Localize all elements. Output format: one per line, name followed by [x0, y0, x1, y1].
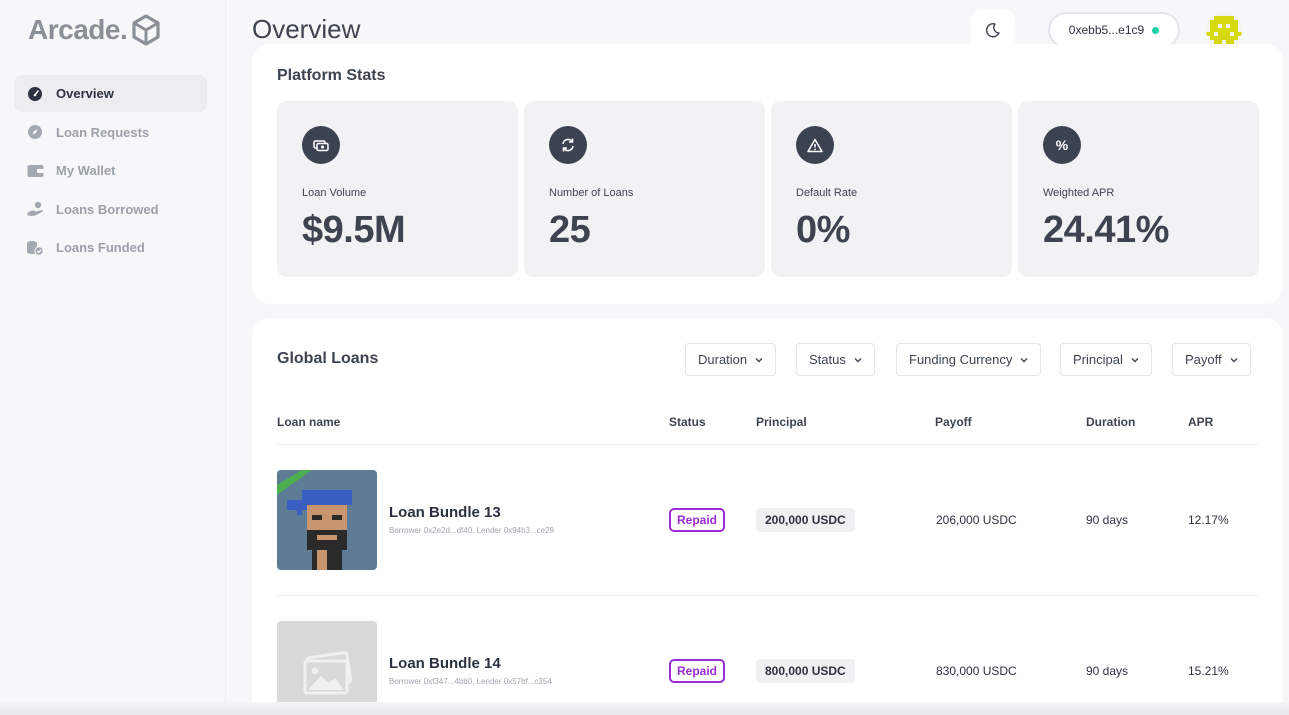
filter-label: Duration — [698, 352, 748, 367]
stat-value: $9.5M — [302, 209, 406, 251]
chevron-down-icon — [1230, 357, 1238, 362]
chevron-down-icon — [854, 357, 862, 362]
avatar[interactable] — [1206, 12, 1242, 48]
filter-label: Funding Currency — [909, 352, 1013, 367]
compass-icon — [26, 123, 44, 141]
global-loans-title: Global Loans — [277, 350, 379, 367]
wallet-address: 0xebb5...e1c9 — [1068, 23, 1145, 37]
payoff-value: 830,000 USDC — [936, 664, 1017, 678]
wallet-address-button[interactable]: 0xebb5...e1c9 — [1048, 12, 1180, 48]
apr-value: 15.21% — [1188, 664, 1229, 678]
principal-value: 200,000 USDC — [756, 508, 855, 532]
loan-parties: Borrower 0x2e2d...df40, Lender 0x94b3...… — [389, 526, 554, 535]
column-header-loan-name[interactable]: Loan name — [277, 415, 340, 429]
filter-label: Status — [809, 352, 846, 367]
stat-tile-weighted-apr: % Weighted APR 24.41% — [1018, 101, 1259, 277]
loan-name[interactable]: Loan Bundle 13 — [389, 504, 501, 521]
column-header-status[interactable]: Status — [669, 415, 706, 429]
connection-status-dot — [1152, 26, 1160, 34]
sidebar-item-label: Loan Requests — [56, 124, 150, 140]
coins-check-icon — [26, 239, 44, 257]
loan-name[interactable]: Loan Bundle 14 — [389, 655, 501, 672]
hand-coin-icon — [26, 200, 44, 218]
stat-tile-default-rate: Default Rate 0% — [771, 101, 1012, 277]
table-row[interactable]: Loan Bundle 14 Borrower 0xf347...4bb0, L… — [277, 621, 1259, 715]
payoff-value: 206,000 USDC — [936, 513, 1017, 527]
warning-icon — [796, 126, 834, 164]
stat-value: 25 — [549, 209, 591, 251]
moon-icon — [985, 23, 1000, 38]
stat-tile-loan-volume: Loan Volume $9.5M — [277, 101, 518, 277]
sidebar-nav: Overview Loan Requests My Wallet Loans B… — [14, 75, 207, 268]
column-header-payoff[interactable]: Payoff — [935, 415, 972, 429]
sidebar-item-label: Loans Borrowed — [56, 201, 159, 217]
page-title: Overview — [252, 14, 361, 44]
column-header-apr[interactable]: APR — [1188, 415, 1213, 429]
table-divider — [277, 444, 1258, 445]
column-header-principal[interactable]: Principal — [756, 415, 807, 429]
sidebar-item-overview[interactable]: Overview — [14, 75, 207, 112]
bottom-edge — [0, 702, 1289, 715]
loan-thumbnail — [277, 621, 377, 715]
duration-value: 90 days — [1086, 513, 1129, 527]
platform-stats-title: Platform Stats — [277, 67, 386, 84]
money-icon — [302, 126, 340, 164]
filter-status[interactable]: Status — [796, 343, 875, 376]
refresh-icon — [549, 126, 587, 164]
stat-value: 24.41% — [1043, 209, 1169, 251]
loan-thumbnail — [277, 470, 377, 570]
stat-label: Number of Loans — [549, 187, 634, 199]
gauge-icon — [26, 85, 44, 103]
status-badge: Repaid — [669, 508, 726, 532]
principal-value: 800,000 USDC — [756, 659, 855, 683]
sidebar: Arcade. Overview Loan Requests My Wallet… — [0, 0, 226, 715]
table-row[interactable]: Loan Bundle 13 Borrower 0x2e2d...df40, L… — [277, 470, 1259, 570]
filter-principal[interactable]: Principal — [1060, 343, 1152, 376]
chevron-down-icon — [1020, 357, 1028, 362]
column-header-duration[interactable]: Duration — [1086, 415, 1135, 429]
filter-label: Payoff — [1185, 352, 1222, 367]
stat-label: Weighted APR — [1043, 187, 1115, 199]
sidebar-item-label: Overview — [56, 86, 114, 101]
logo[interactable]: Arcade. — [28, 14, 161, 46]
chevron-down-icon — [755, 357, 763, 362]
filter-funding-currency[interactable]: Funding Currency — [896, 343, 1042, 376]
filter-duration[interactable]: Duration — [685, 343, 777, 376]
status-badge: Repaid — [669, 659, 726, 683]
global-loans-card: Global Loans Duration Status Funding Cur… — [252, 318, 1283, 715]
sidebar-item-my-wallet[interactable]: My Wallet — [14, 152, 207, 189]
platform-stats-card: Platform Stats Loan Volume $9.5M Number … — [252, 44, 1283, 304]
loan-parties: Borrower 0xf347...4bb0, Lender 0x57bf...… — [389, 677, 552, 686]
wallet-icon — [26, 162, 44, 180]
app: Arcade. Overview Loan Requests My Wallet… — [0, 0, 1289, 715]
stat-label: Default Rate — [796, 187, 858, 199]
stat-tile-number-of-loans: Number of Loans 25 — [524, 101, 765, 277]
duration-value: 90 days — [1086, 664, 1129, 678]
percent-icon: % — [1043, 126, 1081, 164]
image-placeholder-icon — [303, 651, 353, 695]
filter-payoff[interactable]: Payoff — [1172, 343, 1251, 376]
sidebar-item-loans-funded[interactable]: Loans Funded — [14, 229, 207, 266]
sidebar-item-loan-requests[interactable]: Loan Requests — [14, 114, 207, 151]
table-divider — [277, 595, 1258, 596]
stat-label: Loan Volume — [302, 187, 367, 199]
sidebar-item-label: Loans Funded — [56, 240, 145, 255]
cube-logo-icon — [132, 14, 160, 46]
sidebar-item-label: My Wallet — [56, 163, 116, 178]
stat-value: 0% — [796, 209, 850, 251]
chevron-down-icon — [1131, 357, 1139, 362]
logo-text: Arcade. — [28, 14, 128, 45]
apr-value: 12.17% — [1188, 513, 1229, 527]
filter-label: Principal — [1073, 352, 1123, 367]
sidebar-item-loans-borrowed[interactable]: Loans Borrowed — [14, 191, 207, 228]
